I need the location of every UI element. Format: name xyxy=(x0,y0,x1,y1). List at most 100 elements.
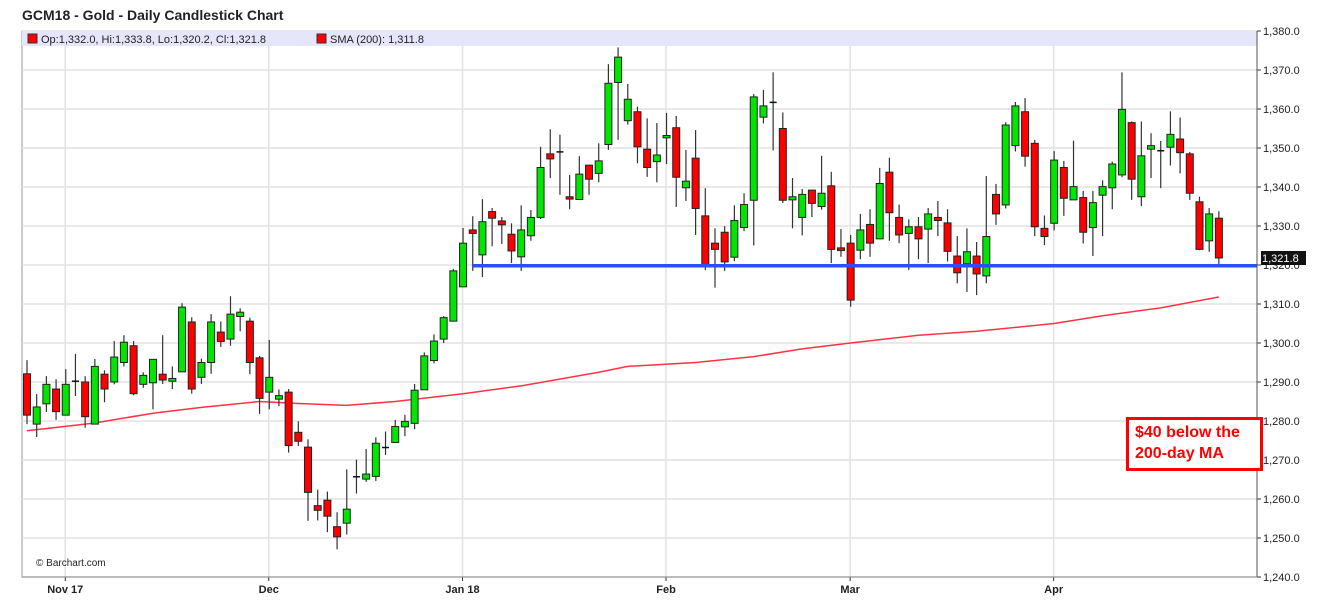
last-price-label: 1,321.8 xyxy=(1262,253,1299,265)
candle-body-down xyxy=(187,321,196,390)
candle-body-up xyxy=(652,154,661,163)
candle-body-up xyxy=(623,98,632,122)
y-tick-label: 1,330.0 xyxy=(1263,221,1300,233)
candle-body-down xyxy=(1059,167,1068,199)
candle-body-down xyxy=(643,148,652,168)
candle xyxy=(371,437,380,482)
candle-body-up xyxy=(148,358,157,384)
y-tick-label: 1,370.0 xyxy=(1263,65,1300,77)
candle-body-up xyxy=(1050,159,1059,224)
candle-body-down xyxy=(701,215,710,268)
sma-legend: SMA (200): 1,311.8 xyxy=(330,34,424,46)
candle-body-down xyxy=(1021,111,1030,157)
candle-body-down xyxy=(81,381,90,418)
candle xyxy=(420,352,429,391)
candle-body-up xyxy=(875,182,884,240)
candle-body-down xyxy=(1079,197,1088,233)
candle-body-up xyxy=(730,220,739,258)
candle xyxy=(284,389,293,453)
candle-body-up xyxy=(759,105,768,118)
candle-body-down xyxy=(778,128,787,201)
candle-body-down xyxy=(158,373,167,381)
candle-body-up xyxy=(32,406,41,425)
candle xyxy=(827,171,836,264)
y-tick-label: 1,350.0 xyxy=(1263,143,1300,155)
watermark: © Barchart.com xyxy=(36,558,106,569)
candle-body-up xyxy=(594,160,603,174)
candle-body-up xyxy=(178,306,187,373)
annotation-line-2: 200-day MA xyxy=(1135,445,1224,462)
annotation-line-1: $40 below the xyxy=(1135,424,1240,441)
x-tick-label: Nov 17 xyxy=(47,584,83,596)
y-tick-label: 1,300.0 xyxy=(1263,338,1300,350)
candle-body-down xyxy=(720,231,729,263)
candle-body-up xyxy=(982,236,991,277)
y-tick-label: 1,360.0 xyxy=(1263,104,1300,116)
candle-body-up xyxy=(429,340,438,362)
candle xyxy=(1195,196,1204,251)
candle-body-up xyxy=(420,355,429,391)
candle-body-down xyxy=(633,111,642,148)
candle-body-up xyxy=(1108,163,1117,189)
candle-body-up xyxy=(614,56,623,83)
candle-body-down xyxy=(585,164,594,180)
candle-body-up xyxy=(662,135,671,139)
candle-body-down xyxy=(1127,122,1136,180)
y-tick-label: 1,290.0 xyxy=(1263,377,1300,389)
candle xyxy=(1030,139,1039,237)
candle-body-down xyxy=(866,223,875,244)
candle-body-down xyxy=(895,216,904,236)
candle-body-down xyxy=(1185,153,1194,194)
candle-body-up xyxy=(439,317,448,340)
candle-body-down xyxy=(1030,142,1039,228)
candle-body-up xyxy=(236,311,245,317)
x-tick-label: Dec xyxy=(259,584,279,596)
candle-body-up xyxy=(856,229,865,251)
candle-body-down xyxy=(846,242,855,301)
candle xyxy=(439,316,448,343)
candle-body-up xyxy=(604,82,613,145)
candle-body-up xyxy=(1069,186,1078,201)
candle-body-down xyxy=(333,526,342,538)
x-tick-label: Mar xyxy=(840,584,860,596)
candle-body-up xyxy=(342,508,351,524)
y-tick-label: 1,340.0 xyxy=(1263,182,1300,194)
annotation-box: $40 below the 200-day MA xyxy=(1126,417,1263,471)
candle-body-up xyxy=(962,251,971,265)
candle-body-down xyxy=(933,216,942,222)
candle-body-up xyxy=(1166,133,1175,148)
candle-body-up xyxy=(226,313,235,340)
candle-body-up xyxy=(526,216,535,237)
candle-body-down xyxy=(284,391,293,447)
candle xyxy=(846,234,855,307)
candle-body-down xyxy=(691,157,700,209)
candle-body-down xyxy=(468,229,477,234)
candle-body-up xyxy=(371,442,380,477)
candle-body-up xyxy=(197,362,206,378)
candle-body-down xyxy=(1195,201,1204,250)
candle xyxy=(129,341,138,396)
candle-body-up xyxy=(459,242,468,288)
candle-body-up xyxy=(42,383,51,405)
candle-body-down xyxy=(23,373,31,416)
candle-body-up xyxy=(1137,155,1146,198)
y-tick-label: 1,270.0 xyxy=(1263,455,1300,467)
candle-body-up xyxy=(168,377,177,382)
sma-legend-swatch xyxy=(316,33,327,44)
candle-body-up xyxy=(1117,108,1126,176)
y-tick-label: 1,280.0 xyxy=(1263,416,1300,428)
candle-body-up xyxy=(517,229,526,258)
candle-body-down xyxy=(710,242,719,250)
candle xyxy=(187,317,196,394)
x-tick-label: Feb xyxy=(656,584,676,596)
candle-body-down xyxy=(255,357,264,399)
candle-body-down xyxy=(943,222,952,252)
candle-body-up xyxy=(1098,186,1107,196)
candle-body-up xyxy=(681,180,690,189)
candle-body-down xyxy=(827,185,836,250)
candle-body-up xyxy=(119,341,128,364)
candle-body-up xyxy=(61,383,70,416)
candle xyxy=(1001,122,1010,209)
candle-body-down xyxy=(565,196,574,200)
candle-body-up xyxy=(110,356,119,383)
